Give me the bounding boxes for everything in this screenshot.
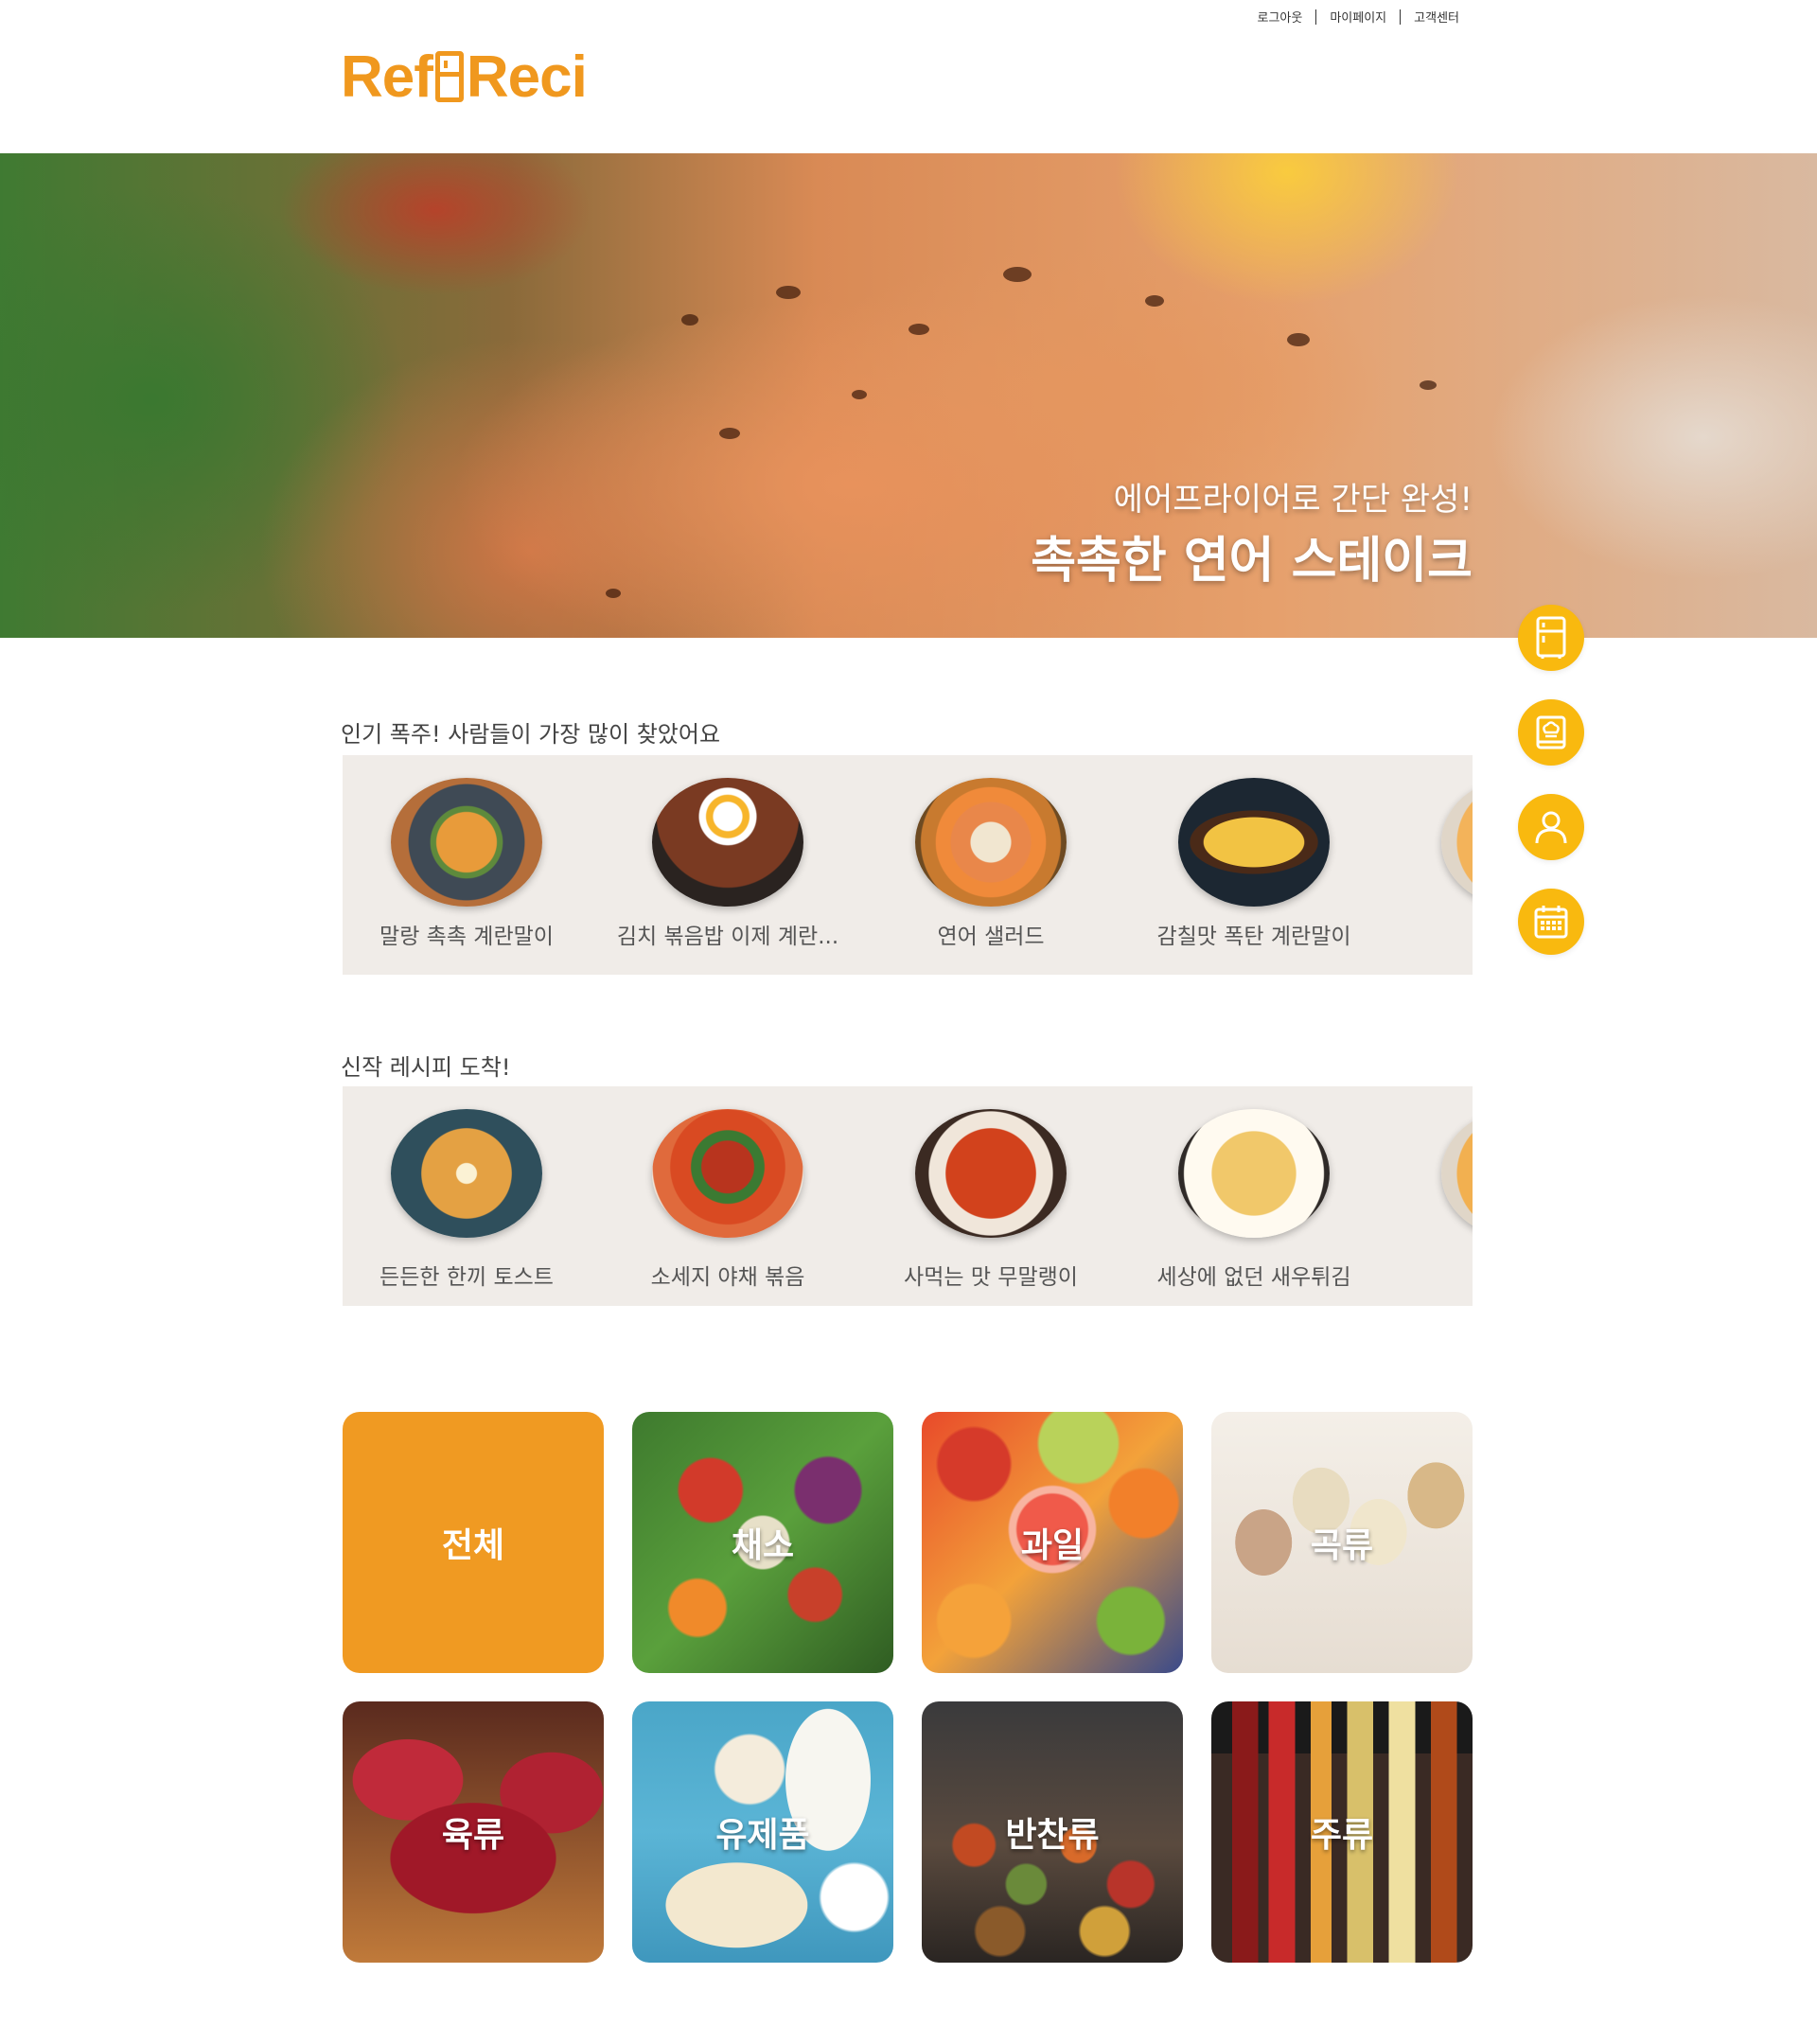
recipe-thumbnail [1441,1109,1473,1238]
logo-text-right: Reci [466,44,588,110]
customer-center-link[interactable]: 고객센터 [1401,8,1473,26]
recipe-thumbnail [1178,778,1330,907]
category-grains[interactable]: 곡류 [1211,1412,1473,1673]
quick-recipe-button[interactable] [1518,699,1584,766]
decor [776,286,801,299]
quick-mypage-button[interactable] [1518,794,1584,860]
decor [1145,295,1164,307]
category-vegetables[interactable]: 채소 [632,1412,893,1673]
recipe-thumbnail [1441,778,1473,907]
logout-link[interactable]: 로그아웃 [1244,8,1316,26]
popular-carousel[interactable]: 말랑 촉촉 계란말이 김치 볶음밥 이제 계란... 연어 샐러드 감칠맛 폭탄… [343,755,1473,975]
new-recipes-heading: 신작 레시피 도착! [341,1054,511,1081]
mypage-link[interactable]: 마이페이지 [1316,8,1400,26]
decor [852,390,867,399]
decor [908,324,929,335]
recipe-card[interactable] [1399,1086,1473,1306]
decor [606,589,621,598]
recipe-card[interactable]: 말랑 촉촉 계란말이 [348,755,585,975]
utility-nav: 로그아웃 마이페이지 고객센터 [1244,8,1473,26]
recipe-thumbnail [915,1109,1067,1238]
category-label: 채소 [731,1526,795,1565]
category-label: 곡류 [1310,1526,1374,1565]
recipe-book-icon [1536,715,1566,749]
recipe-name: 감칠맛 폭탄 계란말이 [1156,925,1351,949]
category-label: 전체 [441,1526,505,1565]
recipe-name: 김치 볶음밥 이제 계란... [616,925,839,949]
recipe-name: 세상에 없던 새우튀김 [1156,1265,1351,1290]
new-recipes-carousel[interactable]: 든든한 한끼 토스트 소세지 야채 볶음 사먹는 맛 무말랭이 세상에 없던 새… [343,1086,1473,1306]
logo-text-left: Ref [341,44,433,110]
recipe-card[interactable]: 세상에 없던 새우튀김 [1136,1086,1372,1306]
recipe-name: 사먹는 맛 무말랭이 [904,1265,1078,1290]
calendar-icon [1534,906,1568,939]
recipe-card[interactable]: 든든한 한끼 토스트 [348,1086,585,1306]
recipe-name: 소세지 야채 볶음 [650,1265,805,1290]
decor [1003,267,1032,282]
recipe-name: 든든한 한끼 토스트 [379,1265,554,1290]
fridge-icon [1536,616,1566,659]
recipe-thumbnail [915,778,1067,907]
category-label: 반찬류 [1005,1816,1100,1855]
fridge-logo-icon [434,51,464,102]
hero-banner[interactable]: 에어프라이어로 간단 완성! 촉촉한 연어 스테이크 [0,153,1817,638]
recipe-thumbnail [391,1109,542,1238]
recipe-card[interactable]: 감칠맛 폭탄 계란말이 [1136,755,1372,975]
decor [1420,380,1437,390]
category-meat[interactable]: 육류 [343,1701,604,1963]
recipe-card[interactable]: 사먹는 맛 무말랭이 [873,1086,1109,1306]
category-label: 주류 [1310,1816,1374,1855]
category-label: 과일 [1020,1526,1085,1565]
hero-title: 촉촉한 연어 스테이크 [1031,533,1473,590]
recipe-thumbnail [1178,1109,1330,1238]
category-fruits[interactable]: 과일 [922,1412,1183,1673]
recipe-card[interactable]: 김치 볶음밥 이제 계란... [609,755,846,975]
quick-fridge-button[interactable] [1518,605,1584,671]
category-dairy[interactable]: 유제품 [632,1701,893,1963]
popular-heading: 인기 폭주! 사람들이 가장 많이 찾았어요 [341,721,721,748]
category-liquor[interactable]: 주류 [1211,1701,1473,1963]
recipe-thumbnail [652,1109,803,1238]
recipe-card[interactable] [1399,755,1473,975]
recipe-name: 말랑 촉촉 계란말이 [379,925,554,949]
decor [1287,333,1310,346]
recipe-card[interactable]: 소세지 야채 볶음 [609,1086,846,1306]
recipe-thumbnail [652,778,803,907]
recipe-card[interactable]: 연어 샐러드 [873,755,1109,975]
category-label: 육류 [441,1816,505,1855]
decor [681,314,698,326]
hero-subtitle: 에어프라이어로 간단 완성! [1113,481,1473,519]
category-side-dishes[interactable]: 반찬류 [922,1701,1183,1963]
recipe-thumbnail [391,778,542,907]
recipe-name: 연어 샐러드 [937,925,1045,949]
category-label: 유제품 [715,1816,810,1855]
decor [719,428,740,439]
quick-calendar-button[interactable] [1518,889,1584,955]
user-icon [1535,811,1567,844]
site-logo[interactable]: Ref Reci [341,44,588,110]
category-all[interactable]: 전체 [343,1412,604,1673]
